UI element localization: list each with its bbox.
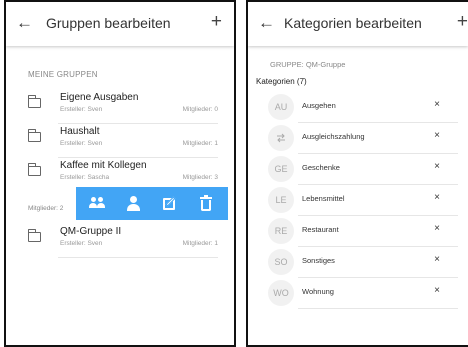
group-creator: Ersteller: Sven [60,240,103,247]
remove-category-close-icon[interactable]: × [434,223,440,234]
group-name: QM-Gruppe II [60,226,122,237]
category-item[interactable]: SO Sonstiges × [268,247,458,278]
category-badge: LE [268,187,294,213]
category-badge: RE [268,218,294,244]
app-header: ← Kategorien bearbeiten + [248,2,468,46]
divider [298,308,458,309]
group-members: Mitglieder: 2 [28,205,64,212]
category-item[interactable]: AU Ausgehen × [268,92,458,123]
category-name: Geschenke [302,163,340,172]
category-badge: AU [268,94,294,120]
group-members: Mitglieder: 0 [182,106,218,113]
category-item[interactable]: RE Restaurant × [268,216,458,247]
add-group-plus-icon[interactable]: + [211,12,222,32]
trash-icon[interactable] [195,193,217,215]
section-label: MEINE GRUPPEN [28,70,98,79]
remove-category-close-icon[interactable]: × [434,285,440,296]
folder-icon [28,129,41,142]
folder-icon [28,95,41,108]
category-name: Restaurant [302,225,339,234]
group-name: Haushalt [60,126,100,137]
category-name: Lebensmittel [302,194,345,203]
group-item[interactable]: Haushalt Ersteller: Sven Mitglieder: 1 [28,124,218,158]
group-creator: Ersteller: Sven [60,106,103,113]
folder-icon [28,163,41,176]
swap-arrows-icon [277,133,285,143]
manage-members-group-icon[interactable] [87,193,109,215]
categories-screen: ← Kategorien bearbeiten + GRUPPE: QM-Gru… [246,0,468,347]
group-item[interactable]: Eigene Ausgaben Ersteller: Sven Mitglied… [28,90,218,124]
divider [58,257,218,258]
remove-category-close-icon[interactable]: × [434,130,440,141]
back-arrow-icon[interactable]: ← [16,14,34,32]
folder-icon [28,229,41,242]
groups-screen: ← Gruppen bearbeiten + MEINE GRUPPEN Eig… [4,0,236,347]
category-item[interactable]: GE Geschenke × [268,154,458,185]
add-member-person-icon[interactable] [123,193,145,215]
group-label: GRUPPE: QM-Gruppe [270,60,346,69]
remove-category-close-icon[interactable]: × [434,99,440,110]
add-category-plus-icon[interactable]: + [457,12,468,32]
swipe-action-bar [76,187,228,220]
swiped-group-item[interactable]: Mitglieder: 2 [6,187,234,220]
group-members: Mitglieder: 3 [182,174,218,181]
category-name: Ausgleichszahlung [302,132,365,141]
edit-icon[interactable] [159,193,181,215]
back-arrow-icon[interactable]: ← [258,14,276,32]
page-title: Gruppen bearbeiten [46,15,171,31]
group-item[interactable]: QM-Gruppe II Ersteller: Sven Mitglieder:… [28,224,218,258]
category-badge [268,125,294,151]
group-name: Kaffee mit Kollegen [60,160,147,171]
group-creator: Ersteller: Sascha [60,174,110,181]
page-title: Kategorien bearbeiten [284,15,422,31]
categories-count-label: Kategorien (7) [256,77,307,86]
category-badge: SO [268,249,294,275]
category-name: Sonstiges [302,256,335,265]
group-creator: Ersteller: Sven [60,140,103,147]
remove-category-close-icon[interactable]: × [434,192,440,203]
remove-category-close-icon[interactable]: × [434,254,440,265]
category-badge: WO [268,280,294,306]
category-item[interactable]: Ausgleichszahlung × [268,123,458,154]
category-name: Wohnung [302,287,334,296]
category-badge: GE [268,156,294,182]
category-name: Ausgehen [302,101,336,110]
group-name: Eigene Ausgaben [60,92,139,103]
app-header: ← Gruppen bearbeiten + [6,2,234,46]
group-members: Mitglieder: 1 [182,140,218,147]
category-item[interactable]: WO Wohnung × [268,278,458,309]
remove-category-close-icon[interactable]: × [434,161,440,172]
category-item[interactable]: LE Lebensmittel × [268,185,458,216]
group-members: Mitglieder: 1 [182,240,218,247]
